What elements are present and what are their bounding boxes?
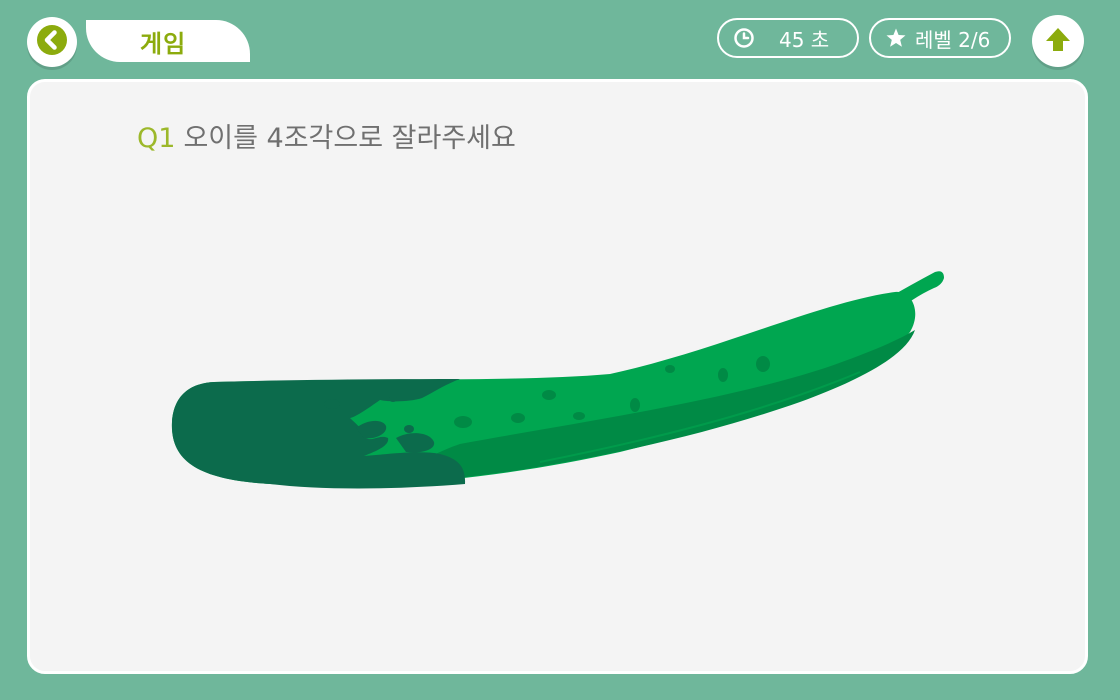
home-button[interactable]: [1032, 15, 1084, 67]
star-icon: [885, 27, 907, 49]
level-badge: 레벨 2/6: [869, 18, 1011, 58]
clock-icon: [733, 27, 755, 49]
question-text: 오이를 4조각으로 잘라주세요: [183, 123, 516, 154]
game-card: Q1 오이를 4조각으로 잘라주세요: [27, 79, 1088, 674]
level-text: 레벨 2/6: [915, 27, 991, 52]
timer-text: 45 초: [779, 27, 830, 52]
question-number: Q1: [137, 123, 176, 154]
arrow-up-icon: [1032, 15, 1084, 67]
timer-badge: 45 초: [717, 18, 859, 58]
page-title-tab: 게임: [86, 20, 250, 62]
question: Q1 오이를 4조각으로 잘라주세요: [137, 116, 516, 155]
back-button[interactable]: [27, 17, 77, 67]
chevron-left-icon: [27, 15, 77, 69]
page-title: 게임: [140, 29, 187, 58]
cucumber-illustration[interactable]: [160, 252, 950, 502]
